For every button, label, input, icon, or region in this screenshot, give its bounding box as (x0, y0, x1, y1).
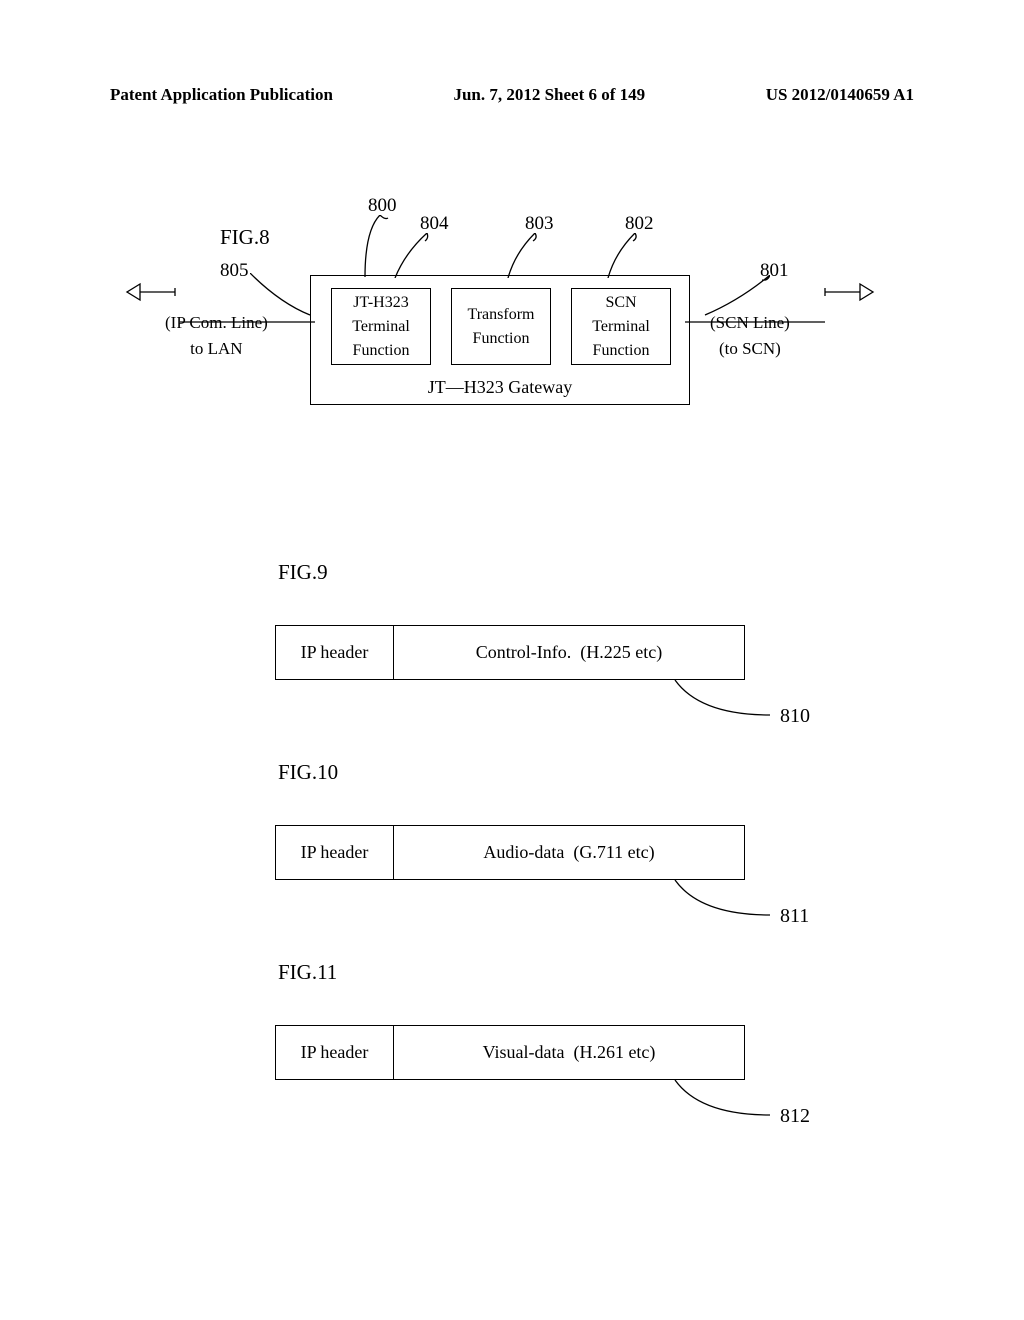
figure-9-label: FIG.9 (278, 560, 328, 585)
figure-11-label: FIG.11 (278, 960, 337, 985)
ref-803: 803 (525, 213, 554, 235)
header-right: US 2012/0140659 A1 (766, 85, 914, 105)
gateway-box: JT-H323TerminalFunction TransformFunctio… (310, 275, 690, 405)
lead-800 (350, 215, 390, 277)
packet-10: IP header Audio-data (G.711 etc) (275, 825, 745, 880)
arrow-left-icon (125, 280, 180, 305)
header-center: Jun. 7, 2012 Sheet 6 of 149 (453, 85, 645, 105)
ref-802: 802 (625, 213, 654, 235)
ref-812: 812 (780, 1105, 810, 1128)
gateway-caption: JT—H323 Gateway (311, 377, 689, 398)
packet-9-body: Control-Info. (H.225 etc) (394, 626, 744, 679)
lead-803 (500, 233, 540, 278)
ref-800: 800 (368, 195, 397, 217)
packet-9-header: IP header (276, 626, 394, 679)
lead-810 (620, 680, 800, 725)
lead-812 (620, 1080, 800, 1125)
packet-10-header: IP header (276, 826, 394, 879)
figure-8-label: FIG.8 (220, 225, 270, 250)
lead-802 (600, 233, 640, 278)
figure-10-label: FIG.10 (278, 760, 338, 785)
packet-11-header: IP header (276, 1026, 394, 1079)
right-side-text: (SCN Line) (to SCN) (710, 310, 790, 361)
arrow-right-icon (820, 280, 875, 305)
packet-11-body: Visual-data (H.261 etc) (394, 1026, 744, 1079)
lead-811 (620, 880, 800, 925)
ref-804: 804 (420, 213, 449, 235)
header-left: Patent Application Publication (110, 85, 333, 105)
lead-804 (385, 233, 430, 278)
ref-805: 805 (220, 260, 249, 282)
packet-10-body: Audio-data (G.711 etc) (394, 826, 744, 879)
box-scn-terminal: SCNTerminalFunction (571, 288, 671, 365)
ref-811: 811 (780, 905, 809, 928)
left-side-text: (IP Com. Line) to LAN (165, 310, 268, 361)
ref-810: 810 (780, 705, 810, 728)
box-transform: TransformFunction (451, 288, 551, 365)
packet-9: IP header Control-Info. (H.225 etc) (275, 625, 745, 680)
figure-8: FIG.8 800 804 803 802 805 801 JT-H323Ter… (120, 195, 900, 425)
packet-11: IP header Visual-data (H.261 etc) (275, 1025, 745, 1080)
box-jth323-terminal: JT-H323TerminalFunction (331, 288, 431, 365)
page-header: Patent Application Publication Jun. 7, 2… (0, 85, 1024, 105)
